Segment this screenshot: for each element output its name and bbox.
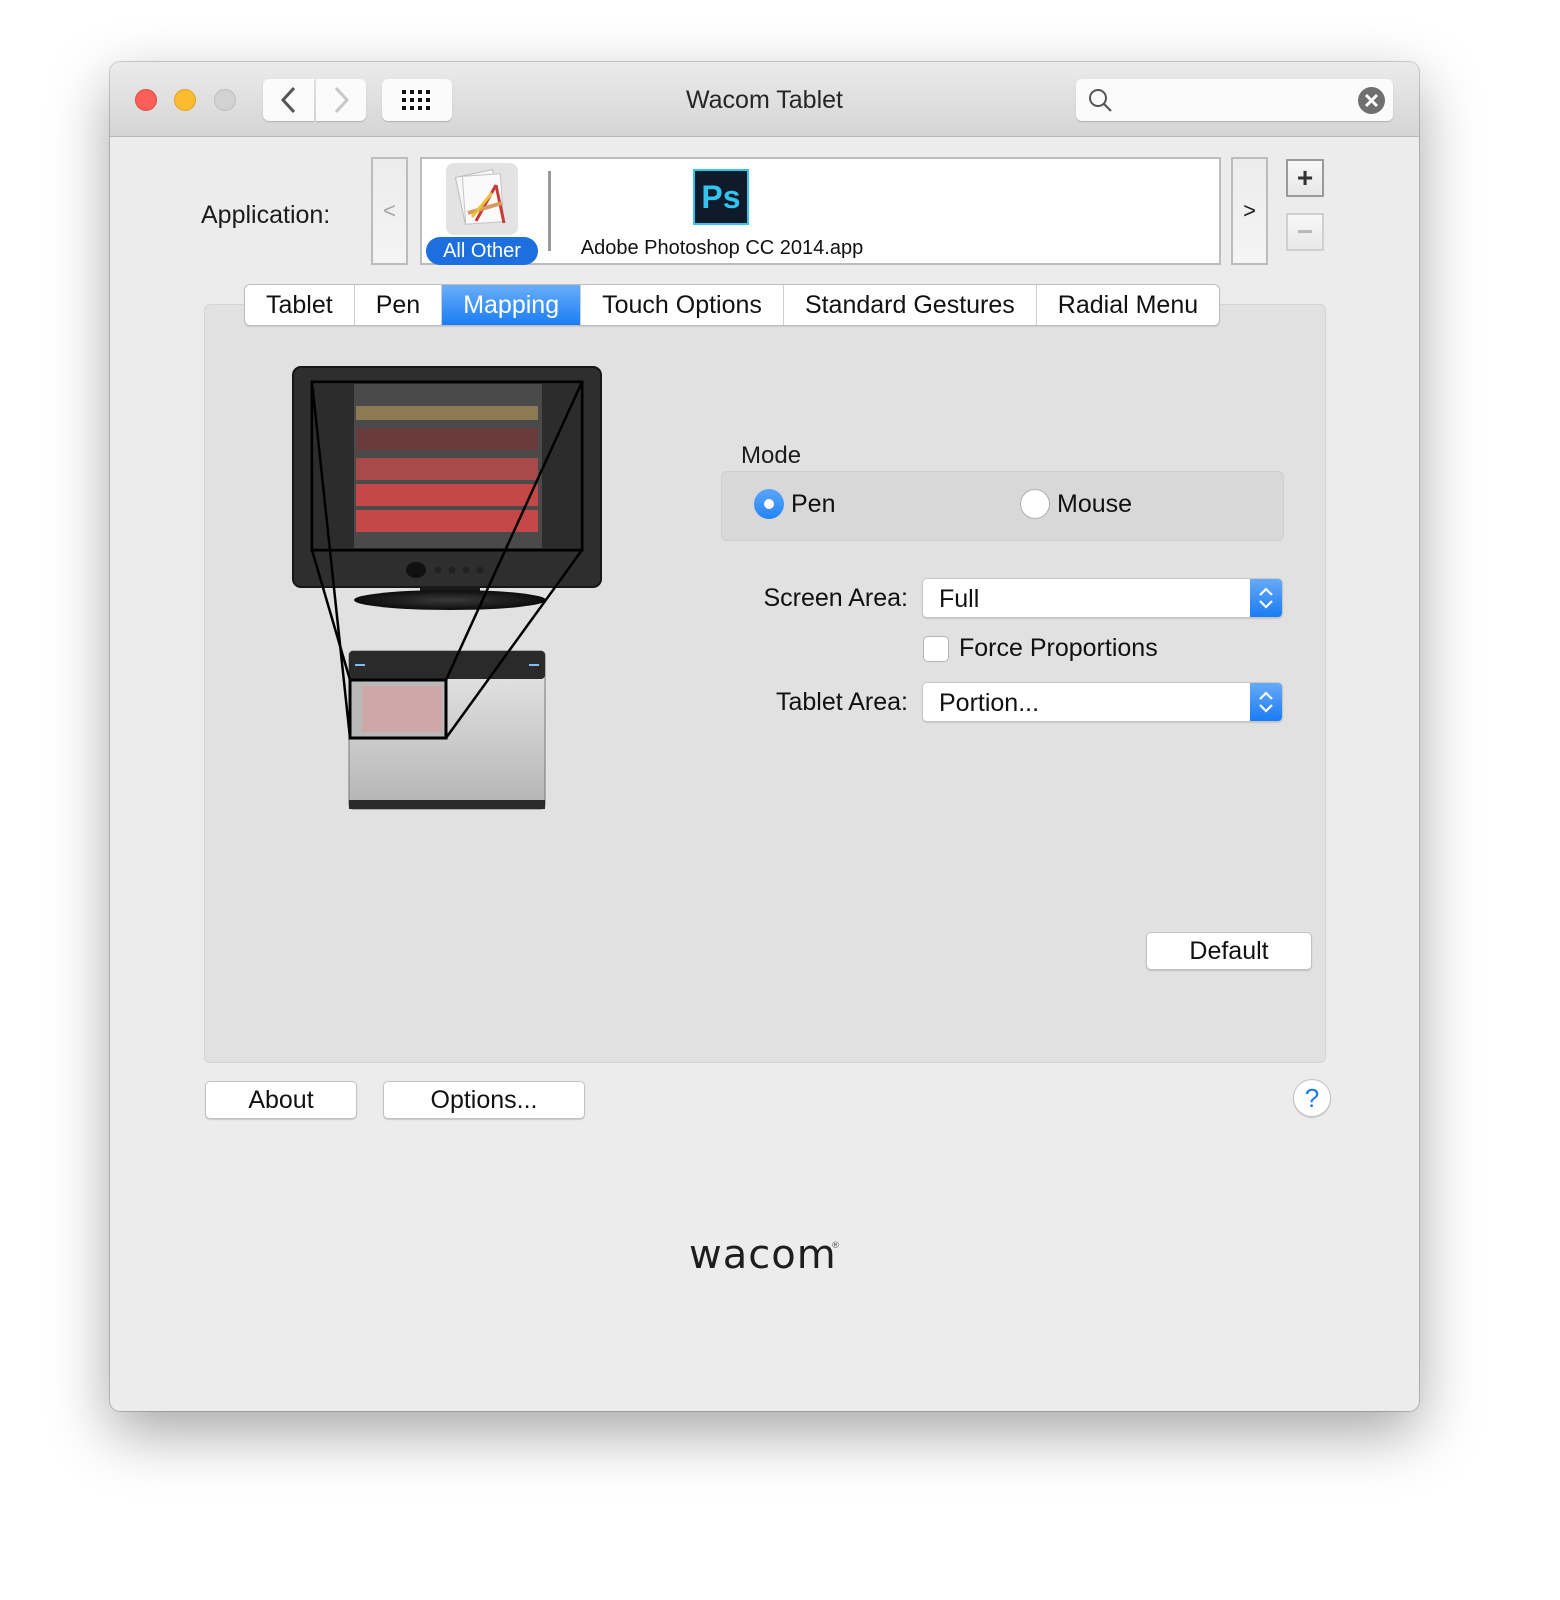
tablet-area-value: Portion... xyxy=(939,689,1040,717)
application-item-photoshop[interactable]: Ps Adobe Photoshop CC 2014.app xyxy=(562,165,882,263)
checkbox-unchecked-icon xyxy=(923,635,949,662)
help-button[interactable]: ? xyxy=(1293,1079,1331,1117)
wacom-logo-text: wacom xyxy=(689,1234,837,1274)
tab-standard-gestures[interactable]: Standard Gestures xyxy=(784,285,1037,325)
radio-unselected-icon xyxy=(1020,489,1050,519)
force-proportions-label: Force Proportions xyxy=(959,634,1158,662)
application-item-all-other[interactable]: All Other xyxy=(426,163,538,265)
add-application-button[interactable]: + xyxy=(1286,159,1324,197)
clear-search-button[interactable] xyxy=(1358,87,1385,114)
force-proportions-checkbox[interactable]: Force Proportions xyxy=(923,634,1158,663)
mode-label: Mode xyxy=(741,442,802,469)
screen-area-select[interactable]: Full xyxy=(922,578,1283,618)
tab-bar: Tablet Pen Mapping Touch Options Standar… xyxy=(244,284,1221,326)
tablet-icon xyxy=(348,650,546,810)
mode-pen-label: Pen xyxy=(791,489,836,518)
application-label: Application: xyxy=(201,201,331,229)
mode-pen-radio[interactable]: Pen xyxy=(754,489,835,519)
close-icon xyxy=(1364,93,1379,108)
tablet-area-select[interactable]: Portion... xyxy=(922,682,1283,722)
search-icon xyxy=(1089,89,1112,112)
mode-group: Pen Mouse xyxy=(721,471,1284,541)
tablet-area-label: Tablet Area: xyxy=(775,688,908,716)
registered-mark: ® xyxy=(831,1241,840,1251)
mode-mouse-radio[interactable]: Mouse xyxy=(1020,489,1132,519)
tab-tablet[interactable]: Tablet xyxy=(245,285,355,325)
mode-mouse-label: Mouse xyxy=(1057,489,1133,518)
screen-area-value: Full xyxy=(939,585,980,613)
application-item-label: Adobe Photoshop CC 2014.app xyxy=(580,237,864,259)
photoshop-icon: Ps xyxy=(693,169,749,225)
application-list: All Other Ps Adobe Photoshop CC 2014.app xyxy=(420,157,1221,265)
preferences-window: Wacom Tablet Application: < All Other Ps… xyxy=(110,62,1419,1411)
options-button[interactable]: Options... xyxy=(383,1081,585,1119)
tab-radial-menu[interactable]: Radial Menu xyxy=(1037,285,1219,325)
application-scroll-left-button[interactable]: < xyxy=(371,157,408,265)
radio-selected-icon xyxy=(754,489,784,519)
about-button[interactable]: About xyxy=(205,1081,357,1119)
monitor-icon xyxy=(292,366,602,610)
remove-application-button[interactable]: − xyxy=(1286,213,1324,251)
popup-stepper-icon xyxy=(1250,579,1282,617)
title-bar: Wacom Tablet xyxy=(110,62,1419,137)
search-input[interactable] xyxy=(1122,85,1346,117)
application-divider xyxy=(548,171,551,251)
default-button[interactable]: Default xyxy=(1146,932,1312,970)
tab-mapping[interactable]: Mapping xyxy=(442,285,582,325)
popup-stepper-icon xyxy=(1250,683,1282,721)
application-item-label: All Other xyxy=(426,237,538,265)
search-field[interactable] xyxy=(1076,79,1393,121)
all-other-applications-icon xyxy=(446,163,518,235)
application-scroll-right-button[interactable]: > xyxy=(1231,157,1268,265)
wacom-logo: wacom ® xyxy=(110,1232,1419,1279)
mapping-illustration xyxy=(292,366,602,810)
tab-touch-options[interactable]: Touch Options xyxy=(581,285,784,325)
tab-pen[interactable]: Pen xyxy=(355,285,443,325)
screen-area-label: Screen Area: xyxy=(763,584,908,612)
